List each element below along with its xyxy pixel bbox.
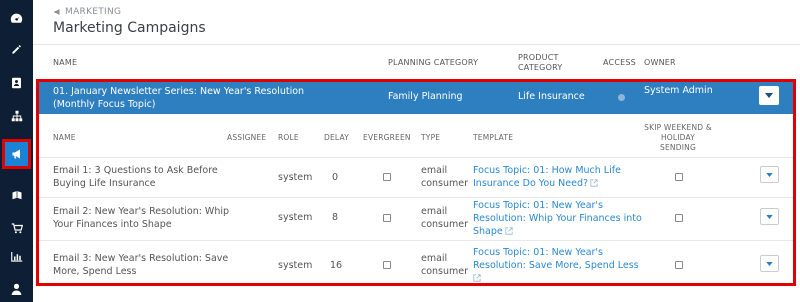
external-link-icon[interactable] — [505, 227, 513, 235]
megaphone-icon — [54, 9, 60, 15]
email-type-line1: email — [421, 253, 448, 264]
sub-header-name[interactable]: NAME — [53, 133, 76, 143]
email-type-line1: email — [421, 206, 448, 217]
sub-header-type[interactable]: TYPE — [421, 133, 440, 143]
template-line1: Focus Topic: 01: New Year's — [473, 247, 603, 258]
access-globe-icon — [618, 94, 625, 101]
campaign-row[interactable]: 01. January Newsletter Series: New Year'… — [39, 82, 793, 114]
breadcrumb: MARKETING — [53, 7, 121, 17]
evergreen-checkbox[interactable] — [383, 173, 391, 181]
template-line1: Focus Topic: 01: How Much Life — [473, 165, 621, 176]
column-header-owner[interactable]: OWNER — [644, 58, 676, 68]
sidebar-nav — [0, 0, 33, 302]
email-name[interactable]: Email 3: New Year's Resolution: Save Mor… — [53, 252, 228, 278]
main-content: MARKETING Marketing Campaigns NAME PLANN… — [33, 0, 800, 302]
email-delay: 8 — [332, 212, 339, 223]
template-line3: Shape — [473, 226, 503, 237]
column-header-product-line1: PRODUCT — [518, 53, 559, 62]
campaign-planning-category: Family Planning — [388, 91, 463, 102]
email-type: email consumer — [421, 164, 468, 190]
reports-icon[interactable] — [0, 241, 33, 271]
campaign-product-category: Life Insurance — [518, 91, 585, 102]
template-line2: Resolution: Whip Your Finances into — [473, 213, 642, 224]
template-link[interactable]: Focus Topic: 01: New Year's Resolution: … — [473, 199, 642, 238]
user-icon[interactable] — [0, 274, 33, 302]
contacts-icon[interactable] — [0, 68, 33, 98]
template-link[interactable]: Focus Topic: 01: New Year's Resolution: … — [473, 246, 639, 285]
cart-icon[interactable] — [0, 213, 33, 243]
email-type: email consumer — [421, 205, 468, 231]
email-actions-dropdown[interactable] — [760, 255, 779, 272]
pencil-icon[interactable] — [0, 34, 33, 64]
sub-header-skip-line1: SKIP WEEKEND & — [644, 123, 712, 132]
sub-header-delay[interactable]: DELAY — [324, 133, 349, 143]
column-header-product-line2: CATEGORY — [518, 63, 563, 72]
skip-weekend-checkbox[interactable] — [675, 173, 683, 181]
page-title: Marketing Campaigns — [53, 20, 206, 36]
template-line1: Focus Topic: 01: New Year's — [473, 200, 603, 211]
divider — [33, 44, 800, 45]
breadcrumb-label: MARKETING — [65, 7, 122, 17]
email-type-line2: consumer — [421, 178, 469, 189]
email-name[interactable]: Email 1: 3 Questions to Ask Before Buyin… — [53, 164, 218, 190]
column-header-name[interactable]: NAME — [53, 58, 77, 68]
email-delay: 16 — [330, 260, 343, 271]
row-divider — [39, 240, 793, 241]
email-role: system — [278, 260, 313, 271]
column-header-product-category[interactable]: PRODUCT CATEGORY — [518, 53, 562, 73]
email-name[interactable]: Email 2: New Year's Resolution: Whip You… — [53, 205, 229, 231]
email-name-line2: Your Finances into Shape — [53, 219, 172, 230]
caret-down-icon — [766, 261, 773, 266]
caret-down-icon — [766, 214, 773, 219]
book-icon[interactable] — [0, 180, 33, 210]
campaign-actions-dropdown[interactable] — [759, 86, 779, 105]
campaign-owner: System Admin — [644, 85, 713, 96]
megaphone-icon[interactable] — [2, 139, 31, 169]
email-type-line1: email — [421, 165, 448, 176]
email-name-line2: Buying Life Insurance — [53, 178, 156, 189]
sub-header-skip-weekend[interactable]: SKIP WEEKEND & HOLIDAY SENDING — [628, 123, 728, 153]
template-line2: Resolution: Save More, Spend Less — [473, 260, 639, 271]
evergreen-checkbox[interactable] — [383, 214, 391, 222]
sub-header-skip-line3: SENDING — [660, 143, 696, 152]
email-actions-dropdown[interactable] — [760, 208, 779, 225]
email-name-line2: More, Spend Less — [53, 266, 137, 277]
email-type-line2: consumer — [421, 219, 469, 230]
evergreen-checkbox[interactable] — [383, 261, 391, 269]
skip-weekend-checkbox[interactable] — [675, 214, 683, 222]
caret-down-icon — [766, 172, 773, 177]
email-delay: 0 — [332, 172, 339, 183]
row-divider — [39, 157, 793, 158]
campaign-name[interactable]: 01. January Newsletter Series: New Year'… — [53, 85, 333, 111]
email-name-line1: Email 2: New Year's Resolution: Whip — [53, 206, 230, 217]
sub-header-evergreen[interactable]: EVERGREEN — [363, 133, 411, 143]
template-line2: Insurance Do You Need? — [473, 178, 589, 189]
column-header-planning-category[interactable]: PLANNING CATEGORY — [388, 58, 478, 68]
sub-header-skip-line2: HOLIDAY — [660, 133, 696, 142]
email-type: email consumer — [421, 252, 468, 278]
dashboard-icon[interactable] — [0, 3, 33, 33]
sub-header-role[interactable]: ROLE — [278, 133, 299, 143]
email-name-line1: Email 3: New Year's Resolution: Save — [53, 253, 229, 264]
row-divider — [39, 197, 793, 198]
sub-header-template[interactable]: TEMPLATE — [473, 133, 513, 143]
sub-header-assignee[interactable]: ASSIGNEE — [227, 133, 266, 143]
email-name-line1: Email 1: 3 Questions to Ask Before — [53, 165, 218, 176]
external-link-icon[interactable] — [590, 179, 598, 187]
email-role: system — [278, 172, 313, 183]
hierarchy-icon[interactable] — [0, 101, 33, 131]
email-role: system — [278, 212, 313, 223]
external-link-icon[interactable] — [473, 274, 481, 282]
column-header-access[interactable]: ACCESS — [603, 58, 636, 68]
skip-weekend-checkbox[interactable] — [675, 261, 683, 269]
caret-down-icon — [765, 93, 773, 98]
email-actions-dropdown[interactable] — [760, 166, 779, 183]
template-link[interactable]: Focus Topic: 01: How Much Life Insurance… — [473, 164, 621, 190]
email-type-line2: consumer — [421, 266, 469, 277]
